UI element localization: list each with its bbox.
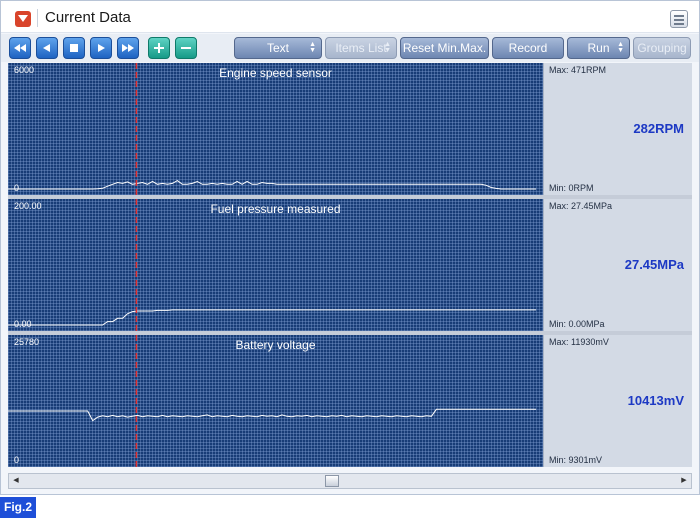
text-mode-label: Text bbox=[266, 41, 289, 55]
plot-area[interactable]: 25780 0 Battery voltage bbox=[8, 335, 543, 467]
current-data-window: Current Data Text ▲ ▼ Items List ▲ ▼ Res… bbox=[0, 0, 700, 495]
value-panel: Max: 27.45MPa 27.45MPa Min: 0.00MPa bbox=[543, 199, 692, 331]
axis-min-label: 0.00 bbox=[14, 319, 32, 329]
trace-chart bbox=[8, 63, 536, 195]
min-value: Min: 9301mV bbox=[549, 455, 603, 465]
updown-icon: ▲ ▼ bbox=[617, 41, 624, 54]
play-icon bbox=[98, 44, 105, 52]
current-value: 27.45MPa bbox=[624, 257, 684, 272]
updown-icon: ▲ ▼ bbox=[384, 41, 391, 54]
max-value: Max: 471RPM bbox=[549, 65, 607, 75]
zoom-in-button[interactable] bbox=[148, 37, 170, 59]
fast-forward-icon bbox=[122, 44, 134, 52]
max-value: Max: 11930mV bbox=[549, 337, 609, 347]
axis-min-label: 0 bbox=[14, 455, 20, 465]
text-mode-select[interactable]: Text ▲ ▼ bbox=[234, 37, 322, 59]
axis-min-label: 0 bbox=[14, 183, 20, 193]
reset-min-max-button[interactable]: Reset Min.Max. bbox=[400, 37, 489, 59]
rewind-icon bbox=[14, 44, 26, 52]
updown-icon: ▲ ▼ bbox=[309, 41, 316, 54]
fast-forward-button[interactable] bbox=[117, 37, 139, 59]
dropdown-menu-icon[interactable] bbox=[15, 11, 31, 27]
panel-title: Fuel pressure measured bbox=[210, 202, 341, 216]
run-label: Run bbox=[587, 41, 610, 55]
title-separator bbox=[37, 9, 38, 27]
play-button[interactable] bbox=[90, 37, 112, 59]
stop-icon bbox=[70, 44, 78, 52]
panel-title: Battery voltage bbox=[235, 338, 316, 352]
trace-line bbox=[8, 309, 536, 326]
run-select[interactable]: Run ▲ ▼ bbox=[567, 37, 630, 59]
step-back-icon bbox=[43, 44, 50, 52]
graph-panel-battery-voltage: 25780 0 Battery voltage Max: 11930mV 104… bbox=[8, 335, 692, 471]
title-bar: Current Data bbox=[1, 1, 699, 33]
record-button[interactable]: Record bbox=[492, 37, 564, 59]
current-value: 10413mV bbox=[627, 393, 684, 408]
grouping-button[interactable]: Grouping bbox=[633, 37, 691, 59]
min-value: Min: 0.00MPa bbox=[549, 319, 605, 329]
stop-button[interactable] bbox=[63, 37, 85, 59]
trace-line bbox=[8, 408, 536, 422]
trace-chart bbox=[8, 335, 536, 467]
toolbar: Text ▲ ▼ Items List ▲ ▼ Reset Min.Max. Rec… bbox=[1, 34, 699, 62]
rewind-button[interactable] bbox=[9, 37, 31, 59]
plot-area[interactable]: 200.00 0.00 Fuel pressure measured bbox=[8, 199, 543, 331]
scroll-thumb[interactable] bbox=[325, 475, 339, 487]
value-panel: Max: 471RPM 282RPM Min: 0RPM bbox=[543, 63, 692, 195]
max-value: Max: 27.45MPa bbox=[549, 201, 613, 211]
trace-line bbox=[8, 180, 536, 190]
window-title: Current Data bbox=[45, 9, 131, 26]
panel-title: Engine speed sensor bbox=[219, 66, 332, 80]
save-icon[interactable] bbox=[670, 10, 688, 28]
items-list-select[interactable]: Items List ▲ ▼ bbox=[325, 37, 397, 59]
plot-area[interactable]: 6000 0 Engine speed sensor bbox=[8, 63, 543, 195]
items-list-label: Items List bbox=[335, 41, 387, 55]
scroll-right-icon[interactable]: ▶ bbox=[678, 475, 690, 487]
figure-label: Fig.2 bbox=[0, 497, 36, 518]
scroll-left-icon[interactable]: ◀ bbox=[10, 475, 22, 487]
value-panel: Max: 11930mV 10413mV Min: 9301mV bbox=[543, 335, 692, 467]
reset-min-max-label: Reset Min.Max. bbox=[402, 41, 487, 55]
record-label: Record bbox=[508, 41, 548, 55]
plus-icon bbox=[154, 43, 164, 53]
trace-chart bbox=[8, 199, 536, 331]
minus-icon bbox=[181, 47, 191, 49]
previous-button[interactable] bbox=[36, 37, 58, 59]
grouping-label: Grouping bbox=[637, 41, 687, 55]
zoom-out-button[interactable] bbox=[175, 37, 197, 59]
horizontal-scrollbar[interactable]: ◀ ▶ bbox=[8, 473, 692, 489]
graph-area: 6000 0 Engine speed sensor Max: 471RPM 2… bbox=[8, 63, 692, 471]
current-value: 282RPM bbox=[633, 121, 684, 136]
graph-panel-engine-speed: 6000 0 Engine speed sensor Max: 471RPM 2… bbox=[8, 63, 692, 199]
min-value: Min: 0RPM bbox=[549, 183, 594, 193]
graph-panel-fuel-pressure: 200.00 0.00 Fuel pressure measured Max: … bbox=[8, 199, 692, 335]
